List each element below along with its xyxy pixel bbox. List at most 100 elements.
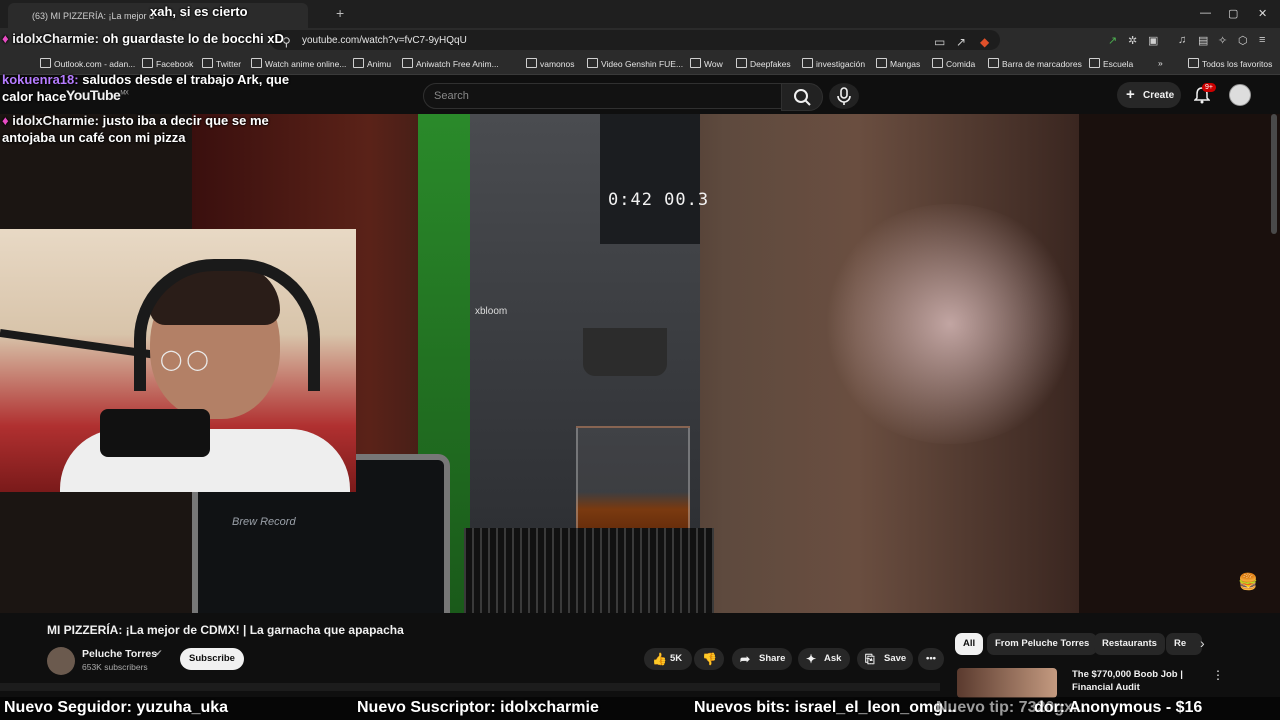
search-input[interactable]: Search <box>423 83 783 109</box>
recommendation-title[interactable]: The $770,000 Boob Job | Financial Audit <box>1072 668 1202 694</box>
bookmark-facebook[interactable]: Facebook <box>142 58 193 69</box>
stream-alert-ticker: Nuevo Seguidor: yuzuha_uka Nuevo Suscrip… <box>0 697 1280 720</box>
microphone-icon <box>837 87 851 105</box>
folder-icon <box>1089 58 1100 68</box>
ai-icon[interactable]: ✧ <box>1218 34 1227 47</box>
chip-all[interactable]: All <box>955 633 984 655</box>
webcam-overlay: ◯◯ <box>0 229 356 492</box>
create-button[interactable]: + Create <box>1117 82 1181 108</box>
channel-avatar[interactable] <box>47 647 75 675</box>
microphone <box>100 409 210 457</box>
bookmark-outlook[interactable]: Outlook.com - adan... <box>40 58 135 69</box>
bookmark-folder-comida[interactable]: Comida <box>932 58 975 69</box>
extensions-icon[interactable]: ✲ <box>1128 34 1137 47</box>
share-icon: ➦ <box>740 652 751 666</box>
brave-shield-icon[interactable]: ◆ <box>980 35 989 49</box>
x-icon <box>202 58 213 68</box>
chat-message: xah, si es cierto <box>150 4 248 19</box>
url-text: youtube.com/watch?v=fvC7-9yHQqU <box>302 35 467 46</box>
folder-icon <box>802 58 813 68</box>
ticker-item: dor: Anonymous - $16 <box>1034 699 1203 716</box>
save-button[interactable]: ⎘ Save <box>857 648 913 670</box>
bookmark-folder-investigacion[interactable]: investigación <box>802 58 865 69</box>
bookmarks-more-button[interactable]: » <box>1158 58 1163 68</box>
folder-icon <box>1188 58 1199 68</box>
brew-cup <box>583 328 667 376</box>
bookmark-all-favorites[interactable]: Todos los favoritos <box>1188 58 1272 69</box>
search-button[interactable] <box>781 83 823 111</box>
ticker-item: Nuevo Suscriptor: idolxcharmie <box>357 699 599 716</box>
folder-icon <box>932 58 943 68</box>
subscribe-button[interactable]: Subscribe <box>180 648 244 670</box>
chat-message: kokuenra18: saludos desde el trabajo Ark… <box>2 72 290 104</box>
extension-arrow-icon[interactable]: ↗ <box>1108 34 1117 47</box>
tablet-brew-record: Brew Record <box>232 516 296 528</box>
voice-search-button[interactable] <box>829 83 859 109</box>
channel-name[interactable]: Peluche Torres <box>82 648 157 660</box>
more-vertical-icon[interactable]: ⋮ <box>1212 668 1224 682</box>
bookmark-folder-mangas[interactable]: Mangas <box>876 58 920 69</box>
chat-message: ♦ idolxCharmie: oh guardaste lo de bocch… <box>2 31 284 46</box>
chevron-right-icon[interactable]: › <box>1200 635 1205 651</box>
share-button[interactable]: ➦ Share <box>732 648 792 670</box>
page-scrollbar[interactable] <box>1271 114 1277 234</box>
vpn-icon[interactable]: ⬡ <box>1238 34 1248 47</box>
bookmark-folder-wow[interactable]: Wow <box>690 58 723 69</box>
bookmark-twitter[interactable]: Twitter <box>202 58 241 69</box>
bookmark-watch-anime[interactable]: Watch anime online... <box>251 58 346 69</box>
url-field[interactable]: ⚲ youtube.com/watch?v=fvC7-9yHQqU ▭ ↗ ◆ <box>270 30 1000 50</box>
more-actions-button[interactable]: ••• <box>918 648 944 670</box>
bookmark-folder-barra[interactable]: Barra de marcadores <box>988 58 1082 69</box>
bookmark-folder-deepfakes[interactable]: Deepfakes <box>736 58 791 69</box>
machine-display: 0:42 00.3 <box>608 190 710 210</box>
chip-restaurants[interactable]: Restaurants <box>1094 633 1165 655</box>
bookmark-animu[interactable]: Animu <box>353 58 391 69</box>
notifications-badge: 9+ <box>1202 83 1216 92</box>
sidebar-icon[interactable]: ▣ <box>1148 34 1158 47</box>
cast-icon[interactable]: ▭ <box>934 35 945 49</box>
close-window-icon[interactable]: ✕ <box>1258 7 1267 20</box>
ticker-item: Nuevo Seguidor: yuzuha_uka <box>4 699 229 716</box>
folder-icon <box>876 58 887 68</box>
subscriber-count: 653K subscribers <box>82 662 148 672</box>
tab-title: (63) MI PIZZERÍA: ¡La mejor d <box>32 11 155 21</box>
wallet-icon[interactable]: ▤ <box>1198 34 1208 47</box>
new-tab-button[interactable]: + <box>336 5 344 21</box>
search-placeholder: Search <box>434 90 469 102</box>
folder-icon <box>988 58 999 68</box>
chat-badge-icon: ♦ <box>2 31 9 46</box>
bookmark-aniwatch[interactable]: Aniwatch Free Anim... <box>402 58 499 69</box>
animu-icon <box>353 58 364 68</box>
search-icon <box>794 89 811 106</box>
folder-icon <box>587 58 598 68</box>
plus-icon: + <box>1126 86 1135 103</box>
bookmark-folder-vamonos[interactable]: vamonos <box>526 58 575 69</box>
maximize-icon[interactable]: ▢ <box>1228 7 1238 20</box>
dislike-button[interactable]: 👎 <box>694 648 724 670</box>
ticker-item: Nuevos bits: israel_el_leon_omg... <box>694 699 957 716</box>
anime-site-icon <box>251 58 262 68</box>
bookmark-folder-escuela[interactable]: Escuela <box>1089 58 1133 69</box>
description-preview <box>0 683 940 691</box>
like-button[interactable]: 👍 5K <box>644 648 692 670</box>
ask-button[interactable]: ✦ Ask <box>798 648 850 670</box>
folder-icon <box>736 58 747 68</box>
verified-icon: ✔ <box>155 648 163 658</box>
bookmark-folder-genshin[interactable]: Video Genshin FUE... <box>587 58 683 69</box>
recommendation-thumbnail[interactable] <box>957 668 1057 698</box>
light-glow <box>820 204 1080 444</box>
folder-icon <box>690 58 701 68</box>
aniwatch-icon <box>402 58 413 68</box>
account-avatar[interactable] <box>1229 84 1251 106</box>
machine-screen <box>600 114 700 244</box>
channel-watermark-icon[interactable]: 🍔 <box>1238 572 1258 592</box>
machine-brand: xbloom <box>475 306 508 317</box>
minimize-icon[interactable]: — <box>1200 7 1211 19</box>
menu-icon[interactable]: ≡ <box>1259 34 1265 46</box>
music-icon[interactable]: ♫ <box>1178 34 1186 46</box>
thumbs-down-icon: 👎 <box>702 652 717 666</box>
chip-from-channel[interactable]: From Peluche Torres <box>987 633 1098 655</box>
folder-icon <box>526 58 537 68</box>
chip-truncated[interactable]: Re <box>1166 633 1202 655</box>
share-page-icon[interactable]: ↗ <box>956 35 966 49</box>
